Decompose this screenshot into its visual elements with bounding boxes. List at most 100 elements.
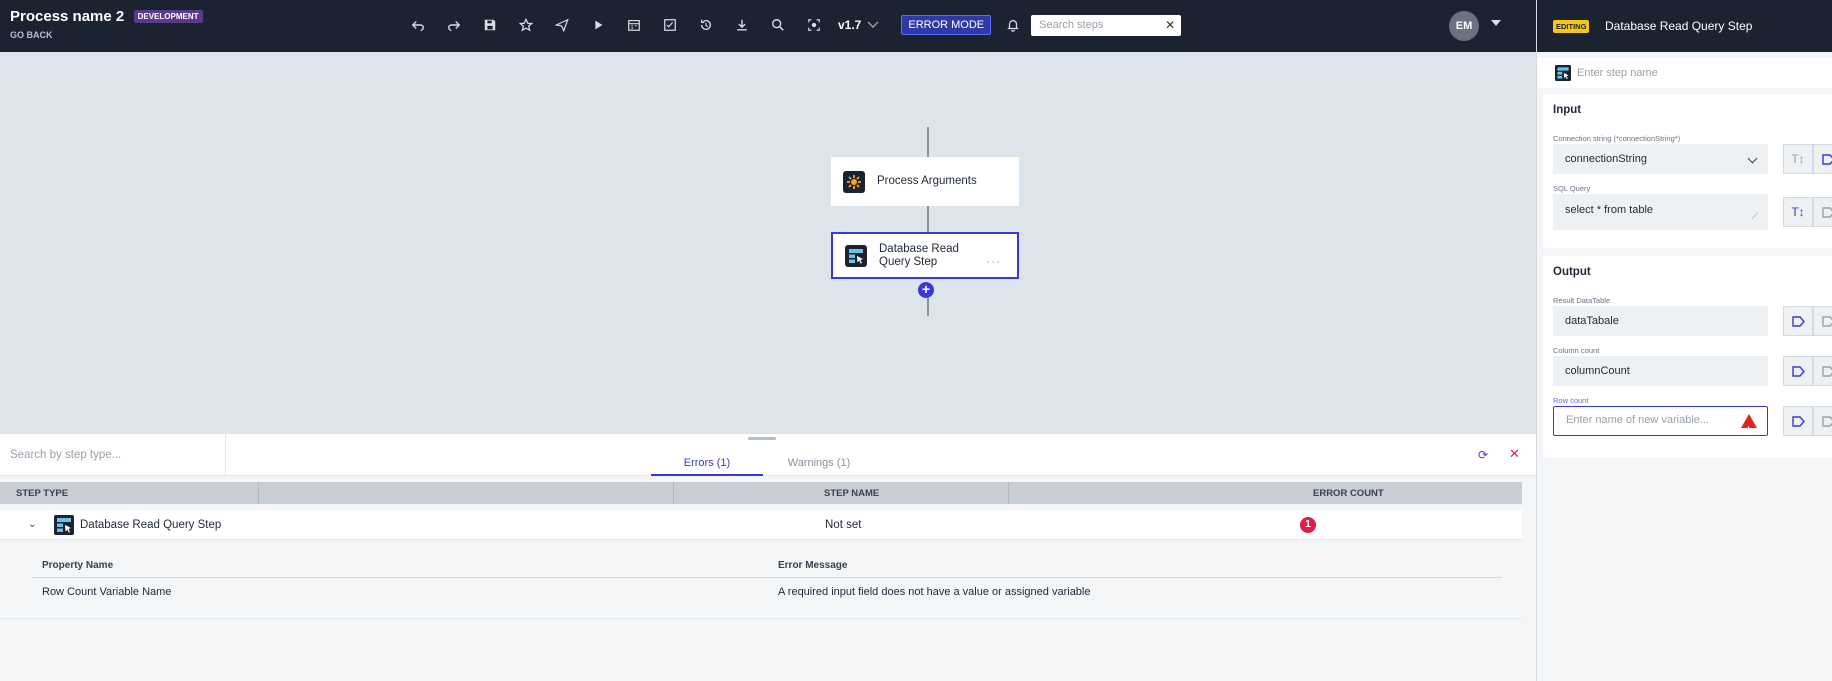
version-label: v1.7 [838, 18, 862, 32]
process-title-wrap: Process name 2 DEVELOPMENT [10, 8, 203, 25]
connector-line [927, 298, 929, 316]
send-icon[interactable] [544, 12, 580, 38]
database-read-icon [54, 515, 74, 535]
chevron-down-icon[interactable]: ⌄ [28, 519, 36, 530]
environment-badge: DEVELOPMENT [133, 10, 203, 23]
top-bar: Process name 2 DEVELOPMENT GO BACK v1.7 … [0, 0, 1536, 52]
process-canvas[interactable]: Process Arguments Database Read Query St… [0, 52, 1536, 434]
chevron-down-icon [1747, 153, 1758, 164]
connection-string-select[interactable]: connectionString [1553, 144, 1768, 174]
field-value: dataTabale [1565, 315, 1619, 327]
database-read-icon [845, 244, 867, 267]
column-header: STEP NAME [824, 488, 880, 499]
column-divider [258, 482, 259, 504]
process-arguments-icon [843, 170, 865, 193]
variable-mode-icon[interactable] [1783, 306, 1813, 336]
field-value: connectionString [1565, 153, 1647, 165]
tab-errors[interactable]: Errors (1) [651, 450, 763, 476]
process-name: Process name 2 [10, 8, 125, 25]
field-label: SQL Query [1553, 184, 1591, 193]
field-placeholder: Enter name of new variable... [1566, 414, 1710, 426]
output-section: Output Result DataTable dataTabale Colum… [1543, 256, 1832, 458]
calendar-icon[interactable] [616, 12, 652, 38]
more-icon[interactable]: ··· [986, 254, 1001, 268]
column-divider [673, 482, 674, 504]
step-type-search [0, 434, 226, 476]
variable-mode-icon[interactable] [1813, 197, 1832, 227]
error-detail-row: Row Count Variable Name A required input… [32, 580, 1502, 606]
section-title: Output [1553, 266, 1591, 278]
save-icon[interactable] [472, 12, 508, 38]
chevron-down-icon [867, 21, 879, 28]
new-variable-icon[interactable] [1813, 306, 1832, 336]
input-section: Input Connection string (*connectionStri… [1543, 94, 1832, 248]
step-type-cell: Database Read Query Step [80, 519, 222, 531]
variable-mode-icon[interactable] [1813, 144, 1832, 174]
refresh-icon[interactable]: ⟳ [1478, 448, 1488, 462]
errors-table-header: STEP TYPE STEP NAME ERROR COUNT [0, 482, 1522, 504]
undo-icon[interactable] [400, 12, 436, 38]
checklist-icon[interactable] [652, 12, 688, 38]
resize-icon[interactable]: ⟋ [1752, 208, 1758, 224]
error-message-cell: A required input field does not have a v… [778, 586, 1091, 598]
variable-mode-icon[interactable] [1783, 356, 1813, 386]
step-editor-title: Database Read Query Step [1605, 19, 1753, 33]
database-read-icon [1555, 65, 1571, 81]
caret-down-icon[interactable] [1491, 20, 1501, 26]
step-editor-panel: EDITING Database Read Query Step Input C… [1536, 0, 1832, 681]
errors-panel: Errors (1) Warnings (1) ⟳ ✕ STEP TYPE ST… [0, 434, 1536, 681]
resize-handle[interactable] [748, 437, 776, 440]
node-database-read-query-step[interactable]: Database Read Query Step ··· [831, 232, 1019, 279]
property-name-cell: Row Count Variable Name [42, 586, 172, 598]
error-mode-toggle[interactable]: ERROR MODE [901, 15, 992, 35]
step-name-input[interactable] [1577, 58, 1817, 88]
column-divider [1008, 482, 1009, 504]
result-datatable-field[interactable]: dataTabale [1553, 306, 1768, 336]
add-step-button[interactable]: + [918, 282, 934, 298]
field-label: Row count [1553, 396, 1589, 405]
warning-icon [1741, 414, 1757, 444]
field-label: Connection string (*connectionString*) [1553, 134, 1681, 143]
tab-warnings[interactable]: Warnings (1) [763, 450, 875, 476]
close-icon[interactable]: ✕ [1165, 18, 1175, 32]
column-header: Property Name [42, 560, 114, 571]
divider [0, 618, 1522, 619]
avatar[interactable]: EM [1449, 11, 1479, 41]
search-steps-field: ✕ [1031, 14, 1182, 36]
go-back-link[interactable]: GO BACK [10, 30, 53, 40]
column-count-field[interactable]: columnCount [1553, 356, 1768, 386]
column-header: STEP TYPE [16, 488, 69, 499]
column-header: Error Message [778, 560, 848, 571]
field-value: columnCount [1565, 365, 1630, 377]
step-name-cell: Not set [825, 519, 862, 531]
node-process-arguments[interactable]: Process Arguments [831, 157, 1019, 206]
text-mode-icon[interactable]: T↕ [1783, 197, 1813, 227]
step-editor-header: EDITING Database Read Query Step [1537, 0, 1832, 52]
search-steps-input[interactable] [1031, 14, 1158, 36]
table-row[interactable]: ⌄ Database Read Query Step Not set 1 [0, 510, 1522, 540]
play-icon[interactable] [580, 12, 616, 38]
new-variable-icon[interactable] [1813, 406, 1832, 436]
row-count-field[interactable]: Enter name of new variable... [1553, 406, 1768, 444]
new-variable-icon[interactable] [1813, 356, 1832, 386]
step-type-search-input[interactable] [0, 434, 225, 476]
search-icon[interactable] [760, 12, 796, 38]
star-icon[interactable] [508, 12, 544, 38]
close-icon[interactable]: ✕ [1509, 446, 1520, 462]
connector-line [927, 206, 929, 232]
download-icon[interactable] [724, 12, 760, 38]
connector-line [927, 127, 929, 159]
text-mode-icon[interactable]: T↕ [1783, 144, 1813, 174]
bell-icon[interactable] [999, 12, 1027, 38]
redo-icon[interactable] [436, 12, 472, 38]
field-label: Column count [1553, 346, 1600, 355]
sql-query-textarea[interactable]: select * from table ⟋ [1553, 194, 1768, 230]
step-name-field [1537, 58, 1832, 88]
field-value: select * from table [1565, 204, 1654, 216]
section-title: Input [1553, 104, 1582, 116]
error-count-badge: 1 [1300, 517, 1316, 533]
history-icon[interactable] [688, 12, 724, 38]
focus-icon[interactable] [796, 12, 832, 38]
version-selector[interactable]: v1.7 [838, 18, 879, 32]
variable-mode-icon[interactable] [1783, 406, 1813, 436]
